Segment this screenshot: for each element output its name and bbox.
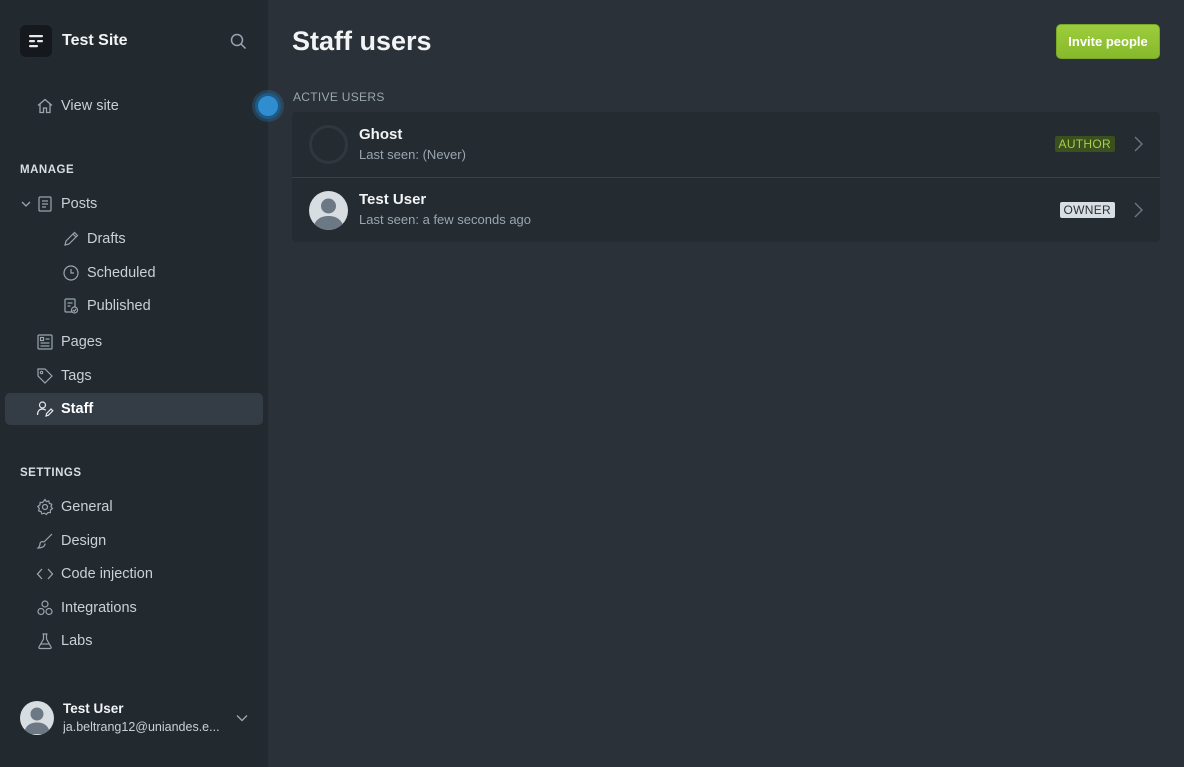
nav-general-label: General — [61, 499, 113, 515]
update-indicator[interactable] — [255, 93, 281, 119]
brush-icon — [35, 531, 55, 551]
gear-icon — [35, 497, 55, 517]
invite-people-button[interactable]: Invite people — [1056, 24, 1160, 59]
role-badge: OWNER — [1059, 202, 1115, 218]
role-badge: AUTHOR — [1054, 136, 1115, 152]
avatar — [309, 190, 348, 230]
nav-integrations[interactable]: Integrations — [5, 592, 263, 624]
flask-icon — [35, 631, 55, 651]
nav-tags-label: Tags — [61, 368, 92, 384]
nav-scheduled[interactable]: Scheduled — [5, 257, 263, 289]
nav-general[interactable]: General — [5, 491, 263, 523]
nav-design-label: Design — [61, 533, 107, 549]
menu-logo-icon — [20, 25, 52, 57]
current-user-menu[interactable]: Test User ja.beltrang12@uniandes.e... — [20, 700, 255, 736]
nav-labs[interactable]: Labs — [5, 625, 263, 657]
tag-icon — [35, 366, 55, 386]
nav-pages[interactable]: Pages — [5, 326, 263, 358]
user-name: Ghost — [359, 125, 403, 143]
published-icon — [61, 296, 81, 316]
nav-published[interactable]: Published — [5, 290, 263, 322]
nav-labs-label: Labs — [61, 633, 93, 649]
nav-scheduled-label: Scheduled — [87, 265, 156, 281]
list-item[interactable]: Ghost Last seen: (Never) AUTHOR — [292, 112, 1160, 177]
pencil-icon — [61, 229, 81, 249]
brand[interactable]: Test Site — [20, 25, 128, 57]
active-users-label: ACTIVE USERS — [293, 90, 385, 104]
last-seen: Last seen: a few seconds ago — [359, 212, 532, 227]
chevron-right-icon — [1134, 202, 1143, 218]
nav-pages-label: Pages — [61, 334, 103, 350]
page-title: Staff users — [292, 26, 432, 56]
nav-drafts[interactable]: Drafts — [5, 223, 263, 255]
nav-design[interactable]: Design — [5, 525, 263, 557]
nav-staff[interactable]: Staff — [5, 393, 263, 425]
avatar — [309, 125, 348, 164]
nav-code-injection[interactable]: Code injection — [5, 558, 263, 590]
list-item[interactable]: Test User Last seen: a few seconds ago O… — [292, 177, 1160, 242]
nav-posts[interactable]: Posts — [5, 188, 263, 220]
search-icon[interactable] — [228, 31, 248, 51]
staff-icon — [35, 399, 55, 419]
nav-tags[interactable]: Tags — [5, 360, 263, 392]
current-user-name: Test User — [63, 701, 124, 716]
nav-integrations-label: Integrations — [61, 600, 137, 616]
active-users-list: Ghost Last seen: (Never) AUTHOR Test Use… — [292, 112, 1160, 242]
avatar — [20, 701, 54, 735]
chevron-down-icon[interactable] — [19, 197, 33, 211]
site-title: Test Site — [62, 32, 128, 49]
chevron-down-icon[interactable] — [235, 711, 249, 725]
nav-drafts-label: Drafts — [87, 231, 126, 247]
nav-posts-label: Posts — [61, 196, 98, 212]
integrations-icon — [35, 598, 55, 618]
chevron-right-icon — [1134, 136, 1143, 152]
sidebar: Test Site View site MANAGE Posts Drafts … — [0, 0, 281, 767]
nav-view-site-label: View site — [61, 98, 119, 114]
code-icon — [35, 564, 55, 584]
nav-published-label: Published — [87, 298, 151, 314]
nav-code-injection-label: Code injection — [61, 566, 153, 582]
current-user-email: ja.beltrang12@uniandes.e... — [63, 720, 220, 734]
settings-section-label: SETTINGS — [20, 467, 82, 479]
clock-icon — [61, 263, 81, 283]
pages-icon — [35, 332, 55, 352]
nav-staff-label: Staff — [61, 401, 94, 417]
user-name: Test User — [359, 191, 427, 208]
manage-section-label: MANAGE — [20, 164, 75, 176]
last-seen: Last seen: (Never) — [359, 146, 466, 162]
nav-view-site[interactable]: View site — [5, 90, 263, 122]
home-icon — [35, 96, 55, 116]
posts-icon — [35, 194, 55, 214]
